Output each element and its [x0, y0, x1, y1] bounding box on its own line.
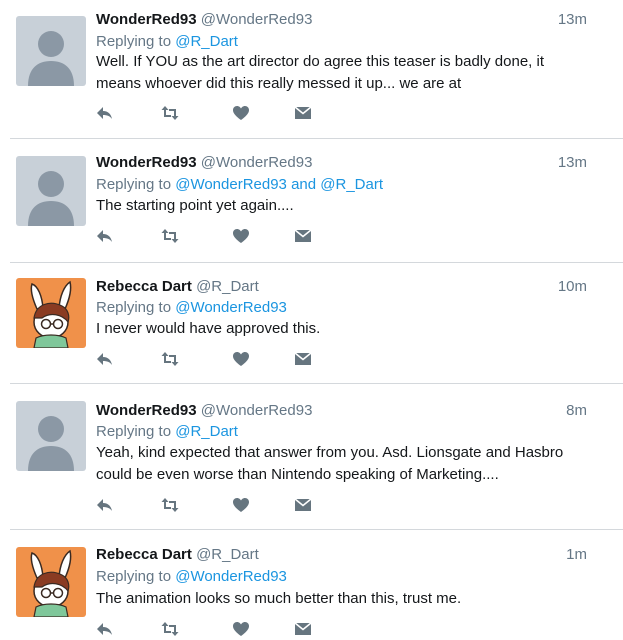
direct-message-icon[interactable]	[294, 621, 312, 637]
tweet-thread: WonderRed93 @WonderRed93 13m Replying to…	[0, 0, 623, 640]
mention-link[interactable]: @WonderRed93	[175, 568, 287, 585]
tweet-text: The animation looks so much better than …	[96, 590, 462, 607]
reply-icon[interactable]	[96, 621, 114, 637]
tweet-text: Yeah, kind expected that answer from you…	[96, 444, 564, 483]
user-handle[interactable]: @R_Dart	[196, 278, 259, 295]
user-handle[interactable]: @WonderRed93	[201, 402, 313, 419]
avatar[interactable]	[16, 401, 86, 471]
display-name[interactable]: WonderRed93	[96, 402, 197, 419]
replying-to: Replying to @R_Dart	[96, 422, 238, 442]
display-name[interactable]: Rebecca Dart	[96, 278, 192, 295]
like-icon[interactable]	[232, 351, 250, 367]
display-name[interactable]: WonderRed93	[96, 11, 197, 28]
user-handle[interactable]: @R_Dart	[196, 546, 259, 563]
tweet[interactable]: WonderRed93 @WonderRed93 8m Replying to …	[0, 384, 623, 529]
tweet-header: Rebecca Dart @R_Dart	[96, 545, 587, 565]
reply-icon[interactable]	[96, 497, 114, 513]
mention-link[interactable]: @R_Dart	[175, 33, 238, 50]
tweet-text: I never would have approved this.	[96, 320, 321, 337]
avatar[interactable]	[16, 278, 86, 348]
bunny-avatar-icon	[16, 278, 86, 348]
display-name[interactable]: WonderRed93	[96, 154, 197, 171]
avatar[interactable]	[16, 547, 86, 617]
like-icon[interactable]	[232, 105, 250, 121]
avatar[interactable]	[16, 156, 86, 226]
timestamp[interactable]: 13m	[558, 10, 587, 30]
reply-icon[interactable]	[96, 228, 114, 244]
mention-link[interactable]: @R_Dart	[320, 176, 383, 193]
replying-to-label: Replying to	[96, 568, 172, 585]
reply-icon[interactable]	[96, 351, 114, 367]
replying-to-label: Replying to	[96, 33, 172, 50]
default-avatar-icon	[16, 156, 86, 226]
direct-message-icon[interactable]	[294, 497, 312, 513]
tweet-header: WonderRed93 @WonderRed93	[96, 153, 587, 173]
default-avatar-icon	[16, 401, 86, 471]
timestamp[interactable]: 13m	[558, 153, 587, 173]
user-handle[interactable]: @WonderRed93	[201, 154, 313, 171]
tweet-text: Well. If YOU as the art director do agre…	[96, 53, 545, 92]
like-icon[interactable]	[232, 621, 250, 637]
direct-message-icon[interactable]	[294, 228, 312, 244]
replying-to: Replying to @WonderRed93	[96, 298, 287, 318]
reply-icon[interactable]	[96, 105, 114, 121]
tweet[interactable]: WonderRed93 @WonderRed93 13m Replying to…	[0, 139, 623, 262]
bunny-avatar-icon	[16, 547, 86, 617]
retweet-icon[interactable]	[161, 228, 179, 244]
mention-link[interactable]: @WonderRed93	[175, 176, 287, 193]
default-avatar-icon	[16, 16, 86, 86]
retweet-icon[interactable]	[161, 105, 179, 121]
mention-link[interactable]: @R_Dart	[175, 423, 238, 440]
retweet-icon[interactable]	[161, 351, 179, 367]
replying-to: Replying to @R_Dart	[96, 32, 238, 52]
tweet-header: WonderRed93 @WonderRed93	[96, 401, 587, 421]
timestamp[interactable]: 10m	[558, 277, 587, 297]
tweet[interactable]: WonderRed93 @WonderRed93 13m Replying to…	[0, 0, 623, 138]
tweet-header: WonderRed93 @WonderRed93	[96, 10, 587, 30]
direct-message-icon[interactable]	[294, 351, 312, 367]
like-icon[interactable]	[232, 228, 250, 244]
retweet-icon[interactable]	[161, 621, 179, 637]
tweet-header: Rebecca Dart @R_Dart	[96, 277, 587, 297]
timestamp[interactable]: 1m	[566, 545, 587, 565]
replying-to: Replying to @WonderRed93	[96, 567, 287, 587]
tweet[interactable]: Rebecca Dart @R_Dart 1m Replying to @Won…	[0, 530, 623, 640]
direct-message-icon[interactable]	[294, 105, 312, 121]
tweet[interactable]: Rebecca Dart @R_Dart 10m Replying to @Wo…	[0, 263, 623, 383]
replying-to-label: Replying to	[96, 423, 172, 440]
timestamp[interactable]: 8m	[566, 401, 587, 421]
like-icon[interactable]	[232, 497, 250, 513]
tweet-text: The starting point yet again....	[96, 197, 294, 214]
user-handle[interactable]: @WonderRed93	[201, 11, 313, 28]
mention-link[interactable]: @WonderRed93	[175, 299, 287, 316]
display-name[interactable]: Rebecca Dart	[96, 546, 192, 563]
retweet-icon[interactable]	[161, 497, 179, 513]
avatar[interactable]	[16, 16, 86, 86]
replying-to: Replying to @WonderRed93 and @R_Dart	[96, 175, 383, 195]
replying-to-and: and	[291, 176, 317, 193]
replying-to-label: Replying to	[96, 176, 172, 193]
replying-to-label: Replying to	[96, 299, 172, 316]
